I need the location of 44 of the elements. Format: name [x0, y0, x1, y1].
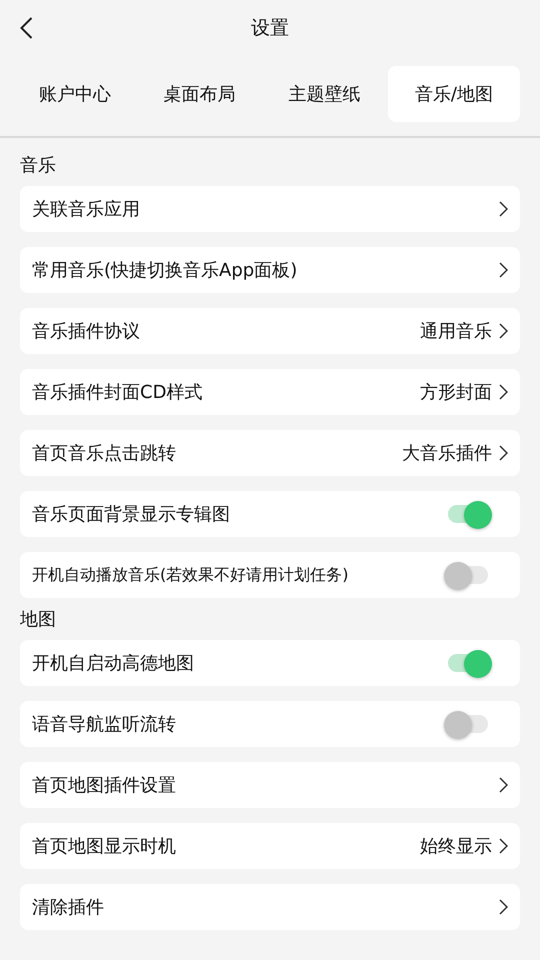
chevron-right-icon [498, 323, 508, 339]
row-label: 开机自动播放音乐(若效果不好请用计划任务) [32, 564, 350, 586]
tab[interactable]: 账户中心 [14, 66, 136, 122]
chevron-right-icon [498, 384, 508, 400]
row-label: 语音导航监听流转 [32, 713, 177, 736]
row-label: 开机自启动高德地图 [32, 652, 195, 675]
settings-row[interactable]: 关联音乐应用 [20, 186, 520, 232]
settings-row[interactable]: 清除插件 [20, 884, 520, 930]
chevron-right-icon [498, 262, 508, 278]
row-label: 音乐插件协议 [32, 320, 141, 343]
tab[interactable]: 主题壁纸 [263, 66, 386, 122]
chevron-right-icon [498, 838, 508, 854]
page-title: 设置 [251, 16, 289, 41]
tab[interactable]: 音乐/地图 [388, 66, 520, 122]
section-title: 音乐 [19, 154, 57, 178]
setting-value: 通用音乐 [420, 320, 492, 343]
row-label: 音乐插件封面CD样式 [32, 381, 204, 404]
chevron-right-icon [498, 777, 508, 793]
row-label: 清除插件 [32, 896, 105, 919]
chevron-right-icon [498, 445, 508, 461]
settings-row[interactable]: 开机自动播放音乐(若效果不好请用计划任务) [20, 552, 520, 598]
setting-value: 大音乐插件 [402, 442, 492, 465]
settings-row[interactable]: 常用音乐(快捷切换音乐App面板) [20, 247, 520, 293]
back-icon[interactable] [20, 17, 33, 39]
row-label: 音乐页面背景显示专辑图 [32, 503, 231, 526]
row-label: 首页音乐点击跳转 [32, 442, 177, 465]
settings-row[interactable]: 音乐插件协议 通用音乐 [20, 308, 520, 354]
row-label: 首页地图显示时机 [32, 835, 177, 858]
section-title: 地图 [19, 608, 57, 632]
settings-row[interactable]: 首页音乐点击跳转 大音乐插件 [20, 430, 520, 476]
chevron-right-icon [498, 201, 508, 217]
chevron-right-icon [498, 899, 508, 915]
tab[interactable]: 桌面布局 [138, 66, 261, 122]
settings-row[interactable]: 语音导航监听流转 [20, 701, 520, 747]
settings-row[interactable]: 首页地图显示时机 始终显示 [20, 823, 520, 869]
settings-row[interactable]: 首页地图插件设置 [20, 762, 520, 808]
setting-value: 始终显示 [420, 835, 492, 858]
row-label: 首页地图插件设置 [32, 774, 177, 797]
settings-row[interactable]: 音乐页面背景显示专辑图 [20, 491, 520, 537]
row-label: 关联音乐应用 [32, 198, 141, 221]
settings-row[interactable]: 开机自启动高德地图 [20, 640, 520, 686]
settings-row[interactable]: 音乐插件封面CD样式 方形封面 [20, 369, 520, 415]
setting-value: 方形封面 [420, 381, 492, 404]
row-label: 常用音乐(快捷切换音乐App面板) [32, 259, 298, 282]
